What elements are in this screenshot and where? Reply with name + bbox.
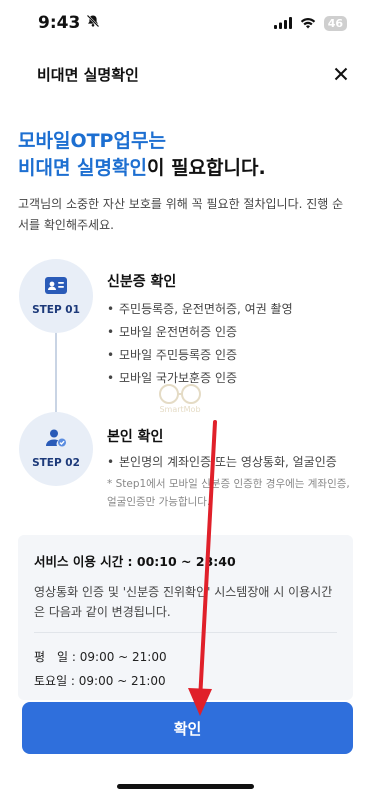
close-button[interactable] [329,62,353,86]
list-item: 본인명의 계좌인증 또는 영상통화, 얼굴인증 [107,451,337,474]
watermark-text: SmartMob [159,405,201,414]
headline-line1: 모바일OTP업무는 [18,130,166,152]
hours-row-saturday: 토요일 : 09:00 ~ 21:00 [34,674,166,688]
wifi-icon [300,14,316,33]
headline-line2-highlight: 비대면 실명확인 [18,157,147,179]
headline-line2: 비대면 실명확인이 필요합니다. [18,155,266,182]
service-hours-title: 서비스 이용 시간 : 00:10 ~ 23:40 [34,554,236,569]
battery-indicator: 46 [323,15,347,31]
home-indicator [117,784,254,789]
list-item: 모바일 주민등록증 인증 [107,344,293,367]
user-check-icon [45,429,67,451]
status-bar: 9:43 46 [0,0,371,46]
status-time: 9:43 [38,13,81,33]
id-card-icon [45,276,67,298]
confirm-button[interactable]: 확인 [22,702,353,754]
service-hours-desc: 영상통화 인증 및 '신분증 진위확인' 시스템장애 시 이용시간은 다음과 같… [34,582,337,633]
step-02-note: * Step1에서 모바일 신분증 인증한 경우에는 계좌인증, 얼굴인증만 가… [107,478,350,508]
step-02-list: 본인명의 계좌인증 또는 영상통화, 얼굴인증 [107,451,337,474]
service-hours-box: 서비스 이용 시간 : 00:10 ~ 23:40 영상통화 인증 및 '신분증… [18,535,353,700]
page-header: 비대면 실명확인 [0,56,371,92]
page-title: 비대면 실명확인 [37,65,139,84]
list-item: 모바일 운전면허증 인증 [107,321,293,344]
mute-bell-icon [86,13,100,33]
step-02-label: STEP 02 [32,457,80,469]
status-time-group: 9:43 [38,13,100,33]
headline-line2-rest: 이 필요합니다. [146,157,266,179]
hours-row-weekday: 평 일 : 09:00 ~ 21:00 [34,650,167,664]
headline: 모바일OTP업무는 비대면 실명확인이 필요합니다. [18,128,266,182]
step-02-badge: STEP 02 [19,412,93,486]
step-01-badge: STEP 01 [19,259,93,333]
step-01-title: 신분증 확인 [107,274,177,290]
step-01-label: STEP 01 [32,303,80,316]
watermark-logo: SmartMob [150,383,210,431]
close-icon [334,67,348,81]
list-item: 주민등록증, 운전면허증, 여권 촬영 [107,298,293,321]
step-01-list: 주민등록증, 운전면허증, 여권 촬영 모바일 운전면허증 인증 모바일 주민등… [107,298,293,390]
cellular-signal-icon [273,14,292,33]
intro-text: 고객님의 소중한 자산 보호를 위해 꼭 필요한 절차입니다. 진행 순서를 확… [18,197,344,232]
status-icons: 46 [273,14,347,33]
